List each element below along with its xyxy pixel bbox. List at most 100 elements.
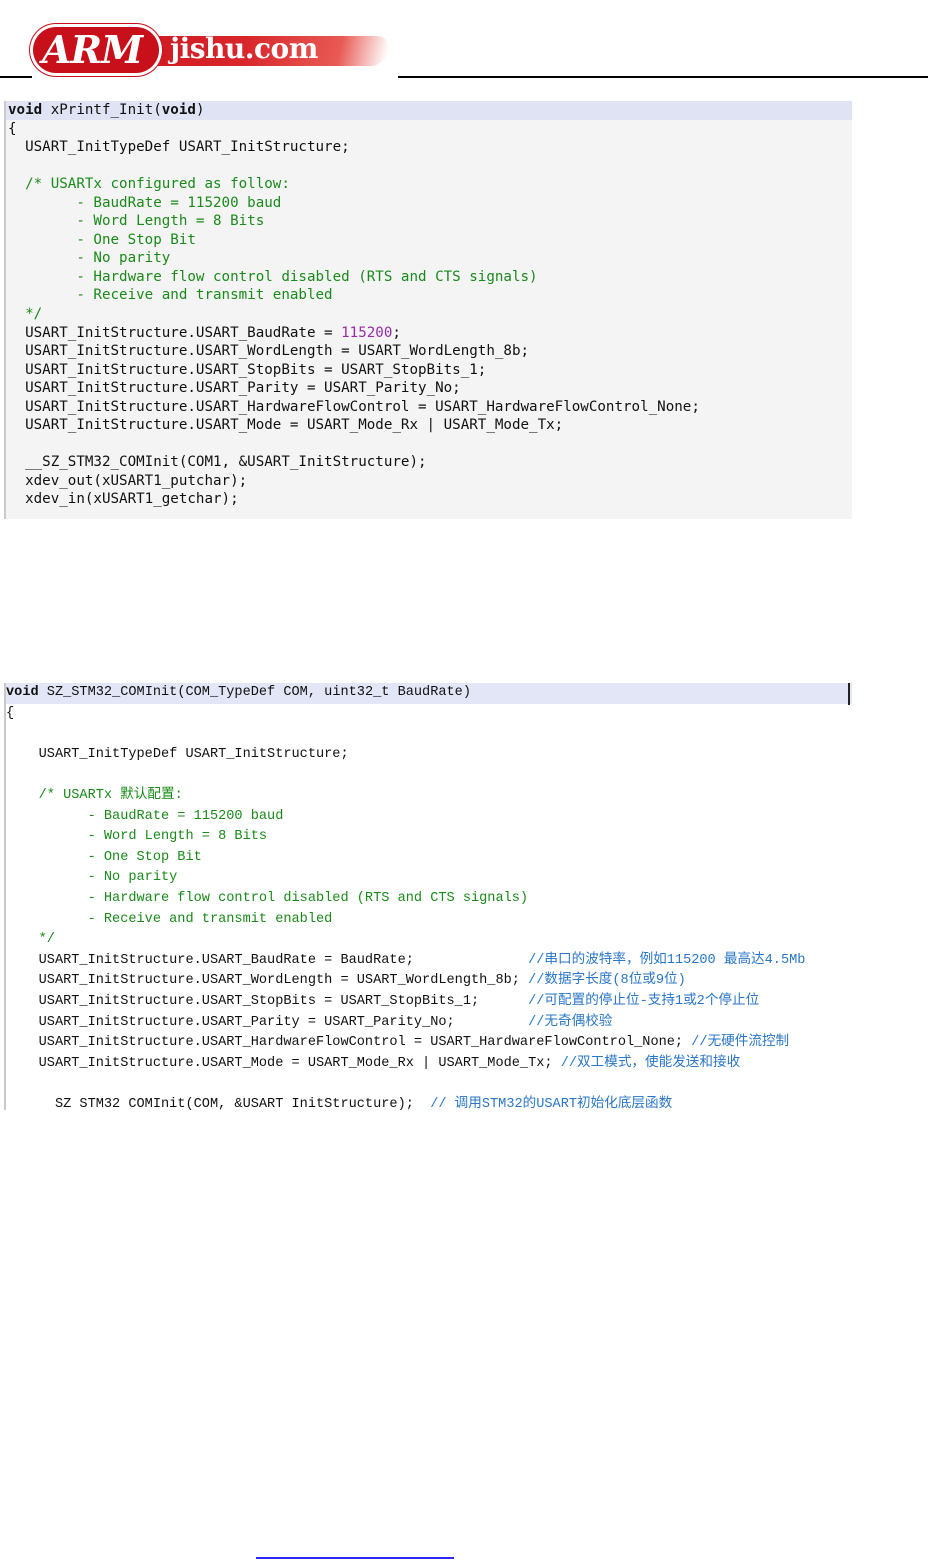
code-line: USART_InitStructure.USART_StopBits = USA… [6, 361, 852, 380]
code-comment: - Hardware flow control disabled (RTS an… [6, 890, 529, 906]
code-panel-comm-init: void SZ_STM32_COMInit(COM_TypeDef COM, u… [4, 683, 852, 1110]
code-text: USART_InitStructure.USART_HardwareFlowCo… [8, 398, 700, 415]
code-text: USART_InitStructure.USART_StopBits = USA… [6, 993, 529, 1009]
code-comment: //可配置的停止位-支持1或2个停止位 [528, 993, 760, 1009]
code-comment: // 调用STM32的USART初始化底层函数 [430, 1096, 673, 1110]
code-line: USART_InitTypeDef USART_InitStructure; [6, 138, 852, 157]
code-text: USART_InitTypeDef USART_InitStructure; [8, 139, 350, 156]
code-line: USART_InitStructure.USART_Mode = USART_M… [6, 1054, 852, 1075]
code-text: USART_InitStructure.USART_BaudRate = Bau… [6, 952, 529, 968]
scroll-marker [848, 683, 850, 705]
footer-link[interactable] [256, 1557, 454, 1559]
code-comment: /* USARTx 默认配置: [6, 787, 183, 803]
code-line: USART_InitStructure.USART_Parity = USART… [6, 379, 852, 398]
code-line: - One Stop Bit [6, 848, 852, 869]
code-text: USART_InitStructure.USART_Mode = USART_M… [6, 1055, 561, 1071]
code-text: { [6, 705, 15, 721]
code-text: __SZ_STM32_COMInit(COM1, &USART_InitStru… [8, 454, 427, 471]
code-keyword: void [6, 685, 39, 700]
code-comment: - BaudRate = 115200 baud [8, 194, 282, 211]
code-line: USART_InitStructure.USART_WordLength = U… [6, 971, 852, 992]
logo-site-text: jishu.com [170, 32, 318, 65]
code-panel-xprintf-init: void xPrintf_Init(void){ USART_InitTypeD… [4, 101, 852, 519]
code-line: USART_InitStructure.USART_HardwareFlowCo… [6, 398, 852, 417]
code-text: ) [195, 102, 205, 118]
code-text: USART_InitStructure.USART_HardwareFlowCo… [6, 1035, 692, 1051]
code-line: xdev_in(xUSART1_getchar); [6, 490, 852, 509]
code-keyword: void [8, 102, 43, 118]
code-line: __SZ_STM32_COMInit(COM1, &USART_InitStru… [6, 453, 852, 472]
code-line: USART_InitStructure.USART_BaudRate = Bau… [6, 951, 852, 972]
code-listing: void xPrintf_Init(void){ USART_InitTypeD… [6, 101, 852, 509]
code-line: - BaudRate = 115200 baud [6, 194, 852, 213]
code-line: USART_InitStructure.USART_StopBits = USA… [6, 992, 852, 1013]
code-text: SZ STM32 COMInit(COM, &USART InitStructu… [6, 1096, 431, 1110]
code-comment: - Word Length = 8 Bits [8, 213, 265, 230]
code-line: void SZ_STM32_COMInit(COM_TypeDef COM, u… [6, 683, 852, 704]
code-line: */ [6, 305, 852, 324]
code-line: xdev_out(xUSART1_putchar); [6, 472, 852, 491]
code-comment: - One Stop Bit [8, 231, 196, 248]
code-line: USART_InitStructure.USART_HardwareFlowCo… [6, 1033, 852, 1054]
code-comment: - One Stop Bit [6, 849, 202, 865]
code-line: USART_InitStructure.USART_Mode = USART_M… [6, 416, 852, 435]
code-text: xdev_in(xUSART1_getchar); [8, 491, 239, 508]
code-comment: - No parity [8, 250, 171, 267]
code-comment: //双工模式，使能发送和接收 [560, 1055, 741, 1071]
code-line: - Receive and transmit enabled [6, 286, 852, 305]
code-line: USART_InitStructure.USART_BaudRate = 115… [6, 324, 852, 343]
code-text: xPrintf_Init( [42, 102, 162, 118]
code-text: USART_InitStructure.USART_BaudRate = [8, 324, 342, 341]
code-line: { [6, 120, 852, 139]
code-line: USART_InitStructure.USART_WordLength = U… [6, 342, 852, 361]
code-line: - Word Length = 8 Bits [6, 827, 852, 848]
code-number: 115200 [341, 324, 393, 341]
code-line: - BaudRate = 115200 baud [6, 807, 852, 828]
code-line: - One Stop Bit [6, 231, 852, 250]
code-comment: - BaudRate = 115200 baud [6, 808, 284, 824]
logo-brand-text: ARM [42, 27, 143, 72]
code-text: USART_InitStructure.USART_Parity = USART… [6, 1014, 529, 1030]
code-line: { [6, 704, 852, 725]
code-line: - No parity [6, 868, 852, 889]
armjishu-logo: ARM jishu.com [30, 22, 392, 80]
code-comment: - Receive and transmit enabled [6, 911, 333, 927]
code-comment: - Hardware flow control disabled (RTS an… [8, 268, 538, 285]
code-comment: //无奇偶校验 [528, 1014, 613, 1030]
code-line: USART_InitStructure.USART_Parity = USART… [6, 1013, 852, 1034]
code-comment: */ [6, 932, 55, 948]
code-line: - Receive and transmit enabled [6, 910, 852, 931]
header-rule-left [0, 76, 32, 78]
code-text: { [8, 120, 17, 137]
code-comment: //无硬件流控制 [691, 1035, 790, 1051]
code-line: - No parity [6, 249, 852, 268]
code-line: SZ STM32 COMInit(COM, &USART InitStructu… [6, 1095, 852, 1110]
code-text: ; [392, 324, 401, 341]
code-line: - Hardware flow control disabled (RTS an… [6, 268, 852, 287]
code-line: /* USARTx configured as follow: [6, 175, 852, 194]
code-comment: /* USARTx configured as follow: [8, 176, 290, 193]
code-line: void xPrintf_Init(void) [6, 101, 852, 120]
code-text: USART_InitStructure.USART_Parity = USART… [8, 380, 461, 397]
code-comment: - No parity [6, 870, 178, 886]
code-text: USART_InitStructure.USART_Mode = USART_M… [8, 417, 564, 434]
code-comment: - Word Length = 8 Bits [6, 829, 268, 845]
code-line: - Hardware flow control disabled (RTS an… [6, 889, 852, 910]
code-comment: - Receive and transmit enabled [8, 287, 333, 304]
header-rule-right [398, 76, 928, 78]
code-text: SZ_STM32_COMInit(COM_TypeDef COM, uint32… [38, 685, 471, 700]
code-text: USART_InitStructure.USART_WordLength = U… [8, 343, 530, 360]
code-comment: //数据字长度(8位或9位) [528, 973, 686, 989]
code-line: - Word Length = 8 Bits [6, 212, 852, 231]
code-text: USART_InitTypeDef USART_InitStructure; [6, 746, 349, 762]
code-line: USART_InitTypeDef USART_InitStructure; [6, 745, 852, 766]
code-comment: */ [8, 306, 43, 323]
code-line: /* USARTx 默认配置: [6, 786, 852, 807]
code-text: USART_InitStructure.USART_StopBits = USA… [8, 361, 487, 378]
code-listing: void SZ_STM32_COMInit(COM_TypeDef COM, u… [6, 683, 852, 1110]
